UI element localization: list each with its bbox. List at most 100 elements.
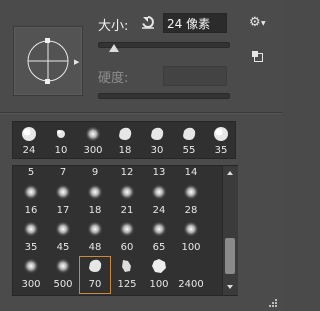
- hard-round-small-brush-icon: [57, 130, 65, 138]
- brush-preset-item[interactable]: 7: [47, 166, 79, 182]
- recent-brush-item[interactable]: 30: [141, 122, 173, 159]
- hard-round-brush-icon: [22, 127, 36, 141]
- brush-size-label: 60: [120, 242, 134, 253]
- brush-preset-item[interactable]: 12: [111, 166, 143, 182]
- soft-round-brush-icon: [23, 258, 39, 274]
- scroll-up-icon[interactable]: [227, 171, 233, 175]
- size-label: 大小:: [98, 19, 129, 34]
- triangle-right-icon[interactable]: ▶: [74, 58, 79, 66]
- brush-preset-item[interactable]: 9: [79, 166, 111, 182]
- brush-preset-item[interactable]: 21: [111, 182, 143, 220]
- brush-preset-grid: 5 7 9 12 13 14 16 17 18 21 24 28 35 45 48 60 65 100 300 500…: [12, 165, 238, 296]
- brush-size-label: 10: [54, 145, 68, 156]
- hardness-input: [163, 66, 227, 86]
- brush-preset-item[interactable]: 2400: [175, 256, 207, 294]
- brush-size-label: 35: [214, 145, 228, 156]
- brush-preset-item[interactable]: 100: [143, 256, 175, 294]
- hard-chalk-brush-icon: [119, 127, 132, 140]
- brush-size-label: 9: [91, 167, 99, 178]
- brush-preset-item[interactable]: 60: [111, 219, 143, 257]
- brush-size-label: 100: [149, 279, 169, 290]
- hardness-label: 硬度:: [98, 71, 129, 86]
- brush-size-label: 125: [117, 279, 137, 290]
- brush-size-label: 65: [152, 242, 166, 253]
- recent-brushes-row: 24 10 300 18 30 55 35: [12, 121, 236, 159]
- brush-tip-preview[interactable]: [13, 26, 83, 96]
- brush-angle-crosshair-icon: [27, 38, 69, 84]
- brush-preset-item[interactable]: 48: [79, 219, 111, 257]
- resize-grip-icon[interactable]: [268, 298, 278, 308]
- brush-preset-item[interactable]: 100: [175, 219, 207, 257]
- soft-round-brush-icon: [183, 221, 199, 237]
- brush-size-label: 5: [27, 167, 35, 178]
- soft-round-brush-icon: [183, 184, 199, 200]
- brush-preset-item[interactable]: 35: [15, 219, 47, 257]
- brush-preset-item[interactable]: 65: [143, 219, 175, 257]
- hardness-slider: [98, 93, 230, 99]
- brush-size-label: 24: [152, 205, 166, 216]
- chevron-down-icon[interactable]: ▼: [261, 20, 266, 27]
- new-preset-icon[interactable]: [252, 51, 263, 62]
- brush-preset-item[interactable]: 500: [47, 256, 79, 294]
- brush-preset-item[interactable]: 14: [175, 166, 207, 182]
- size-slider-thumb[interactable]: [108, 44, 119, 52]
- recent-brush-item[interactable]: 18: [109, 122, 141, 159]
- soft-round-brush-icon: [151, 221, 167, 237]
- brush-size-label: 7: [59, 167, 67, 178]
- soft-round-brush-icon: [55, 184, 71, 200]
- brush-preset-item[interactable]: 16: [15, 182, 47, 220]
- brush-size-label: 16: [24, 205, 38, 216]
- size-input[interactable]: 24 像素: [163, 13, 227, 33]
- hard-polygon-brush-icon: [152, 259, 166, 273]
- brush-preset-item[interactable]: 300: [15, 256, 47, 294]
- brush-preset-item[interactable]: 125: [111, 256, 143, 294]
- reset-size-icon[interactable]: [140, 14, 156, 30]
- recent-brush-item[interactable]: 24: [13, 122, 45, 159]
- scroll-thumb[interactable]: [225, 238, 235, 274]
- brush-preset-item[interactable]: 45: [47, 219, 79, 257]
- recent-brush-item[interactable]: 300: [77, 122, 109, 159]
- brush-preset-item[interactable]: 13: [143, 166, 175, 182]
- recent-brush-item[interactable]: 55: [173, 122, 205, 159]
- brush-size-label: 35: [24, 242, 38, 253]
- brush-size-label: 45: [56, 242, 70, 253]
- recent-brush-item[interactable]: 10: [45, 122, 77, 159]
- brush-preset-item[interactable]: 17: [47, 182, 79, 220]
- brush-size-label: 300: [21, 279, 41, 290]
- brush-size-label: 28: [184, 205, 198, 216]
- brush-size-label: 70: [88, 279, 102, 290]
- brush-size-label: 21: [120, 205, 134, 216]
- brush-preset-item[interactable]: 5: [15, 166, 47, 182]
- hard-chalk-brush-icon: [151, 127, 164, 140]
- divider: [0, 113, 282, 114]
- recent-brush-item[interactable]: 35: [205, 122, 237, 159]
- brush-preset-item[interactable]: 24: [143, 182, 175, 220]
- brush-size-label: 300: [83, 145, 103, 156]
- soft-round-brush-icon: [119, 184, 135, 200]
- brush-size-label: 13: [152, 167, 166, 178]
- brush-size-label: 18: [88, 205, 102, 216]
- brush-size-label: 55: [182, 145, 196, 156]
- soft-round-brush-icon: [119, 221, 135, 237]
- brush-size-label: 18: [118, 145, 132, 156]
- brush-preset-item[interactable]: 28: [175, 182, 207, 220]
- brush-preset-item[interactable]: 18: [79, 182, 111, 220]
- hard-round-brush-icon: [214, 127, 228, 141]
- chalk-streak-brush-icon: [122, 260, 131, 272]
- grid-scrollbar[interactable]: [222, 166, 238, 295]
- gear-icon[interactable]: ⚙: [249, 15, 261, 30]
- brush-picker-panel: ▶ 大小: 24 像素 ⚙ ▼ 硬度: 24 10 300 18 30 55 35 5 7 9 1…: [0, 0, 282, 311]
- soft-round-brush-icon: [87, 221, 103, 237]
- brush-size-label: 14: [184, 167, 198, 178]
- soft-round-brush-icon: [55, 221, 71, 237]
- brush-size-label: 48: [88, 242, 102, 253]
- scroll-down-icon[interactable]: [227, 285, 233, 289]
- brush-size-label: 17: [56, 205, 70, 216]
- brush-size-label: 12: [120, 167, 134, 178]
- brush-size-label: 100: [181, 242, 201, 253]
- brush-size-label: 30: [150, 145, 164, 156]
- soft-round-brush-icon: [87, 184, 103, 200]
- soft-round-brush-icon: [85, 126, 101, 142]
- brush-size-label: 2400: [178, 279, 204, 290]
- brush-preset-item[interactable]: 70: [79, 256, 111, 294]
